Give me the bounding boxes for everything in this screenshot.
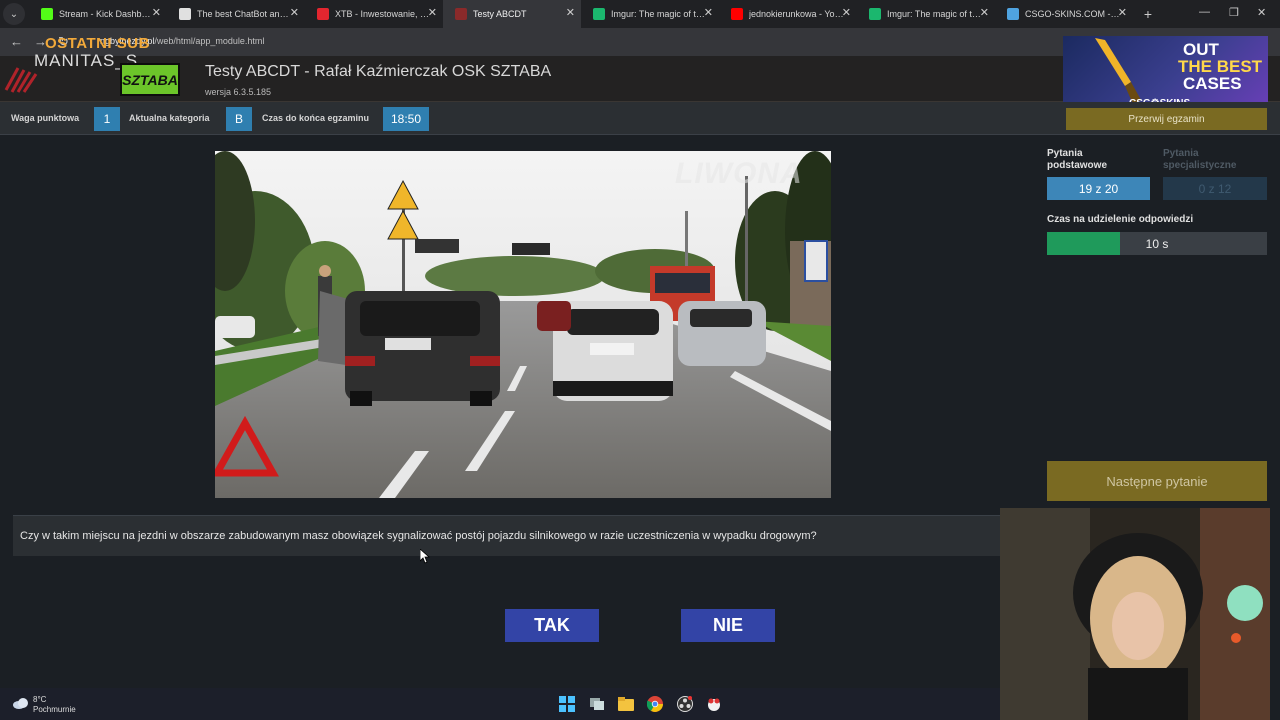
- weight-value: 1: [94, 107, 120, 131]
- tab-close-icon[interactable]: ✕: [152, 6, 161, 19]
- obs-icon[interactable]: [676, 695, 694, 713]
- browser-tab-strip: ⌄ Stream - Kick Dashboard ✕ The best ChatB…: [0, 0, 1280, 28]
- question-text: Czy w takim miejscu na jezdni w obszarze…: [20, 530, 817, 542]
- question-image: LIWONA: [215, 151, 831, 498]
- obs-logo-icon: [677, 696, 693, 712]
- road-scene-illustration: [215, 151, 831, 498]
- chrome-icon[interactable]: [646, 695, 664, 713]
- tab-close-icon[interactable]: ✕: [842, 6, 851, 19]
- answer-timer-text: 10 s: [1145, 236, 1169, 251]
- tab-label: jednokierunkowa - YouTu: [749, 9, 844, 19]
- browser-tab[interactable]: jednokierunkowa - YouTu ✕: [719, 0, 857, 28]
- tab-close-icon[interactable]: ✕: [428, 6, 437, 19]
- window-close-icon[interactable]: ✕: [1257, 6, 1266, 19]
- weather-temperature: 8°C: [33, 695, 47, 704]
- app-mascot-icon[interactable]: [705, 695, 723, 713]
- category-label: Aktualna kategoria: [129, 113, 210, 123]
- time-left-label: Czas do końca egzaminu: [262, 113, 370, 123]
- browser-tab[interactable]: Stream - Kick Dashboard ✕: [29, 0, 167, 28]
- basic-questions-label: Pytania podstawowe: [1047, 148, 1107, 172]
- mouse-cursor-icon: [420, 549, 430, 564]
- tab-label: CSGO-SKINS.COM - Najle: [1025, 9, 1120, 19]
- maximize-icon[interactable]: ❐: [1229, 6, 1239, 19]
- tab-favicon-icon: [593, 8, 605, 20]
- browser-tab[interactable]: Imgur: The magic of the I ✕: [581, 0, 719, 28]
- tab-favicon-icon: [455, 8, 467, 20]
- file-explorer-icon[interactable]: [617, 695, 635, 713]
- browser-tab[interactable]: CSGO-SKINS.COM - Najle✕: [995, 0, 1133, 28]
- streamer-webcam: [1000, 508, 1270, 720]
- tab-favicon-icon: [1007, 8, 1019, 20]
- browser-tab[interactable]: The best ChatBot and Wi ✕: [167, 0, 305, 28]
- mascot-icon: [708, 698, 720, 711]
- start-menu-icon[interactable]: [558, 695, 576, 713]
- tab-favicon-icon: [731, 8, 743, 20]
- browser-tab[interactable]: XTB - Inwestowanie, Oszc ✕: [305, 0, 443, 28]
- basic-questions-counter: 19 z 20: [1047, 177, 1150, 200]
- tabs-container: Stream - Kick Dashboard ✕ The best ChatBot…: [29, 0, 1133, 28]
- folder-icon: [618, 697, 634, 711]
- knife-icon: [1095, 38, 1141, 104]
- tab-label: The best ChatBot and Wi: [197, 9, 292, 19]
- tab-close-icon[interactable]: ✕: [704, 6, 713, 19]
- app-version: wersja 6.3.5.185: [205, 87, 272, 97]
- os-taskbar: [0, 688, 1000, 720]
- school-logo-icon: [4, 67, 38, 93]
- new-tab-button[interactable]: +: [1137, 6, 1159, 22]
- special-questions-label-line2: specjalistyczne: [1163, 160, 1237, 171]
- ad-line-3: CASES: [1183, 74, 1242, 93]
- tab-favicon-icon: [317, 8, 329, 20]
- task-view-icon[interactable]: [588, 695, 606, 713]
- tab-label: Stream - Kick Dashboard: [59, 9, 154, 19]
- tab-label: Testy ABCDT: [473, 9, 527, 19]
- time-left-value: 18:50: [383, 107, 429, 131]
- basic-questions-label-line1: Pytania: [1047, 148, 1083, 159]
- stream-overlay-brand: OSTATNI SUB: [45, 35, 150, 52]
- answer-yes-button[interactable]: TAK: [505, 609, 599, 642]
- chrome-logo-icon: [647, 696, 663, 712]
- windows-logo-icon: [559, 696, 575, 712]
- browser-tab[interactable]: Imgur: The magic of the I ✕: [857, 0, 995, 28]
- tab-favicon-icon: [869, 8, 881, 20]
- tab-search-button[interactable]: ⌄: [3, 3, 25, 25]
- next-question-button[interactable]: Następne pytanie: [1047, 461, 1267, 501]
- answer-time-label: Czas na udzielenie odpowiedzi: [1047, 214, 1194, 225]
- tab-close-icon[interactable]: ✕: [566, 6, 575, 19]
- page-title: Testy ABCDT - Rafał Kaźmierczak OSK SZTA…: [205, 63, 552, 80]
- tab-favicon-icon: [41, 8, 53, 20]
- abort-exam-button[interactable]: Przerwij egzamin: [1066, 108, 1267, 130]
- tab-label: Imgur: The magic of the I: [887, 9, 982, 19]
- weather-description: Pochmurnie: [33, 705, 76, 714]
- special-questions-counter: 0 z 12: [1163, 177, 1267, 200]
- weight-label: Waga punktowa: [11, 113, 80, 123]
- tab-favicon-icon: [179, 8, 191, 20]
- basic-questions-label-line2: podstawowe: [1047, 160, 1108, 171]
- webcam-scene-illustration: [1000, 508, 1270, 720]
- answer-timer-bar: 10 s: [1047, 232, 1267, 255]
- tab-label: XTB - Inwestowanie, Oszc: [335, 9, 430, 19]
- tab-label: Imgur: The magic of the I: [611, 9, 706, 19]
- special-questions-label: Pytania specjalistyczne: [1163, 148, 1236, 172]
- tab-close-icon[interactable]: ✕: [290, 6, 299, 19]
- browser-tab[interactable]: Testy ABCDT ✕: [443, 0, 581, 28]
- sponsor-ad[interactable]: OUT THE BEST CASES CSG⚙SKINS: [1063, 36, 1268, 112]
- tab-close-icon[interactable]: ✕: [1118, 6, 1127, 19]
- answer-no-button[interactable]: NIE: [681, 609, 775, 642]
- minimize-icon[interactable]: —: [1199, 6, 1210, 18]
- url-path: /web/html/app_module.html: [154, 36, 265, 46]
- osk-logo: SZTABA: [120, 63, 180, 96]
- tab-close-icon[interactable]: ✕: [980, 6, 989, 19]
- special-questions-label-line1: Pytania: [1163, 148, 1199, 159]
- task-view-glyph: [590, 698, 604, 710]
- cloud-icon: [13, 698, 28, 709]
- image-watermark: LIWONA: [675, 157, 803, 190]
- category-value: B: [226, 107, 252, 131]
- back-icon[interactable]: ←: [10, 34, 23, 49]
